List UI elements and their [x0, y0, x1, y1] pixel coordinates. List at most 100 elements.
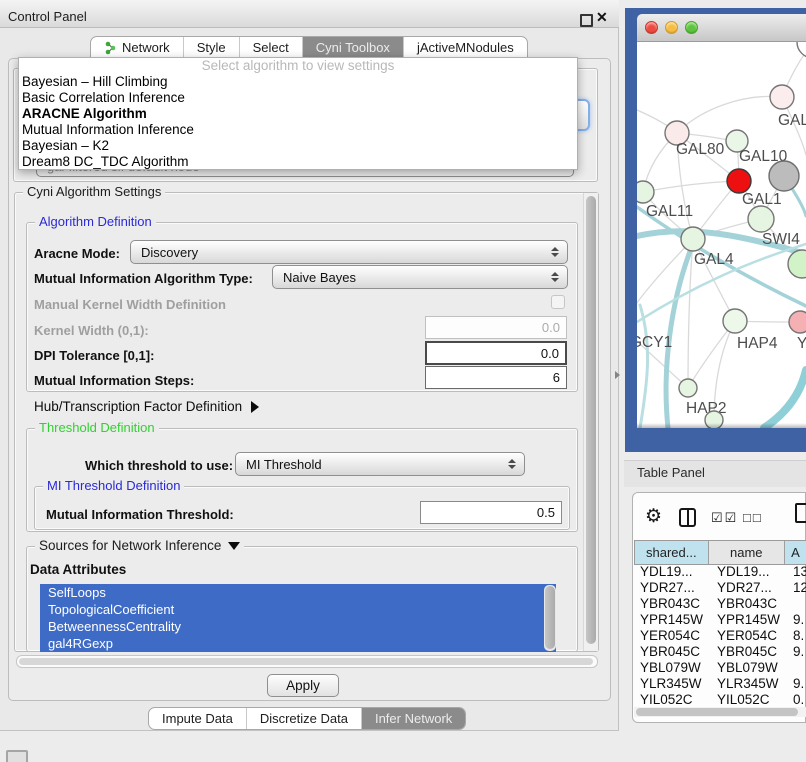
table-hscrollbar-thumb[interactable]: [636, 708, 798, 716]
table-cell[interactable]: 9.: [791, 612, 806, 628]
export-table-icon[interactable]: [795, 503, 806, 523]
table-cell[interactable]: YLR345W: [711, 676, 791, 692]
table-cell[interactable]: YBL079W: [634, 660, 711, 676]
select-all-checkboxes-icon[interactable]: ☑☑: [711, 510, 738, 526]
table-hscrollbar[interactable]: [634, 707, 806, 717]
algorithm-item-aracne-algorithm[interactable]: ARACNE Algorithm: [19, 106, 577, 122]
table-cell[interactable]: YDR27...: [634, 580, 711, 596]
table-cell[interactable]: 0.: [791, 692, 806, 707]
algorithm-item-bayesian-k2[interactable]: Bayesian – K2: [19, 138, 577, 154]
table-row[interactable]: YDL19...YDL19...13: [634, 564, 806, 580]
column-header-a[interactable]: A: [785, 541, 806, 564]
sources-group-title[interactable]: Sources for Network Inference: [35, 538, 244, 553]
table-cell[interactable]: YPR145W: [634, 612, 711, 628]
column-header-name[interactable]: name: [709, 541, 785, 564]
network-node-hap4[interactable]: [723, 309, 747, 333]
gear-icon[interactable]: ⚙: [645, 505, 662, 528]
float-window-icon[interactable]: [580, 14, 593, 27]
network-edge[interactable]: [643, 181, 739, 192]
apply-button[interactable]: Apply: [267, 674, 339, 697]
network-node-gal4[interactable]: [681, 227, 705, 251]
table-cell[interactable]: 9.: [791, 676, 806, 692]
settings-hscrollbar[interactable]: [16, 655, 598, 668]
table-cell[interactable]: [791, 596, 806, 612]
settings-scrollbar-thumb[interactable]: [586, 196, 596, 644]
table-row[interactable]: YER054CYER054C8.: [634, 628, 806, 644]
table-row[interactable]: YPR145WYPR145W9.: [634, 612, 806, 628]
which-threshold-combo[interactable]: MI Threshold: [235, 452, 525, 476]
network-edge[interactable]: [637, 239, 693, 326]
network-edge[interactable]: [640, 305, 648, 428]
tab-jactivemnodules[interactable]: jActiveMNodules: [404, 37, 527, 58]
algorithm-item-mutual-information-inference[interactable]: Mutual Information Inference: [19, 122, 577, 138]
table-cell[interactable]: YBL079W: [711, 660, 791, 676]
close-traffic-light[interactable]: [645, 21, 658, 34]
mi-algorithm-type-combo[interactable]: Naive Bayes: [272, 265, 568, 289]
table-row[interactable]: YDR27...YDR27...12: [634, 580, 806, 596]
mi-steps-field[interactable]: 6: [425, 366, 567, 389]
attribute-item-selfloops[interactable]: SelfLoops: [40, 584, 556, 601]
table-cell[interactable]: YDR27...: [711, 580, 791, 596]
table-cell[interactable]: YDL19...: [634, 564, 711, 580]
mi-threshold-field[interactable]: 0.5: [420, 501, 562, 524]
tab-impute-data[interactable]: Impute Data: [149, 708, 247, 729]
network-node-gal1[interactable]: [748, 206, 774, 232]
network-edge[interactable]: [764, 370, 806, 428]
attribute-item-topologicalcoefficient[interactable]: TopologicalCoefficient: [40, 601, 556, 618]
algorithm-item-bayesian-hill-climbing[interactable]: Bayesian – Hill Climbing: [19, 74, 577, 90]
table-cell[interactable]: YER054C: [711, 628, 791, 644]
table-cell[interactable]: 8.: [791, 628, 806, 644]
tab-select[interactable]: Select: [240, 37, 303, 58]
column-header-shared[interactable]: shared...: [635, 541, 709, 564]
attributes-list-scrollbar-thumb[interactable]: [545, 586, 555, 649]
deselect-all-checkboxes-icon[interactable]: □□: [743, 510, 763, 525]
table-cell[interactable]: YPR145W: [711, 612, 791, 628]
network-node[interactable]: [797, 42, 806, 58]
table-cell[interactable]: 12: [791, 580, 806, 596]
table-row[interactable]: YBR043CYBR043C: [634, 596, 806, 612]
table-row[interactable]: YIL052CYIL052C0.: [634, 692, 806, 707]
algorithm-item-dream8-dc-tdc-algorithm[interactable]: Dream8 DC_TDC Algorithm: [19, 154, 577, 170]
attribute-item-gal4rgexp[interactable]: gal4RGexp: [40, 635, 556, 652]
network-node-gal[interactable]: [770, 85, 794, 109]
network-canvas[interactable]: GALGAL80GAL10GAL1GAL11GAL4SWI4GCY1HAP4YH…: [637, 42, 806, 428]
aracne-mode-combo[interactable]: Discovery: [130, 240, 568, 264]
tab-network[interactable]: Network: [91, 37, 184, 58]
table-cell[interactable]: YDL19...: [711, 564, 791, 580]
zoom-traffic-light[interactable]: [685, 21, 698, 34]
splitpane-collapse-arrow[interactable]: [615, 371, 620, 379]
attribute-item-betweennesscentrality[interactable]: BetweennessCentrality: [40, 618, 556, 635]
table-cell[interactable]: YLR345W: [634, 676, 711, 692]
close-icon[interactable]: ✕: [596, 9, 608, 26]
table-cell[interactable]: [791, 660, 806, 676]
attributes-list-scrollbar[interactable]: [544, 585, 556, 651]
table-row[interactable]: YBR045CYBR045C9.: [634, 644, 806, 660]
minimized-panel-icon[interactable]: [6, 750, 28, 762]
network-node-gal11[interactable]: [637, 181, 654, 203]
settings-scrollbar[interactable]: [583, 193, 598, 651]
tab-infer-network[interactable]: Infer Network: [362, 708, 465, 729]
table-cell[interactable]: YER054C: [634, 628, 711, 644]
settings-hscrollbar-thumb[interactable]: [19, 658, 593, 665]
network-node-hap2[interactable]: [679, 379, 697, 397]
table-cell[interactable]: YIL052C: [634, 692, 711, 707]
column-view-icon[interactable]: [679, 508, 696, 527]
network-node-swi4[interactable]: [788, 250, 806, 278]
tab-cyni-toolbox[interactable]: Cyni Toolbox: [303, 37, 404, 58]
table-cell[interactable]: YBR043C: [634, 596, 711, 612]
table-row[interactable]: YBL079WYBL079W: [634, 660, 806, 676]
table-cell[interactable]: YBR045C: [634, 644, 711, 660]
tab-style[interactable]: Style: [184, 37, 240, 58]
network-node[interactable]: [769, 161, 799, 191]
hub-factor-section-toggle[interactable]: Hub/Transcription Factor Definition: [34, 399, 259, 414]
table-cell[interactable]: 13: [791, 564, 806, 580]
table-row[interactable]: YLR345WYLR345W9.: [634, 676, 806, 692]
tab-discretize-data[interactable]: Discretize Data: [247, 708, 362, 729]
dpi-tolerance-field[interactable]: 0.0: [425, 341, 567, 365]
kernel-width-field[interactable]: 0.0: [425, 316, 567, 339]
network-edge[interactable]: [677, 96, 782, 133]
table-cell[interactable]: YIL052C: [711, 692, 791, 707]
table-cell[interactable]: YBR045C: [711, 644, 791, 660]
algorithm-item-basic-correlation-inference[interactable]: Basic Correlation Inference: [19, 90, 577, 106]
table-cell[interactable]: 9.: [791, 644, 806, 660]
